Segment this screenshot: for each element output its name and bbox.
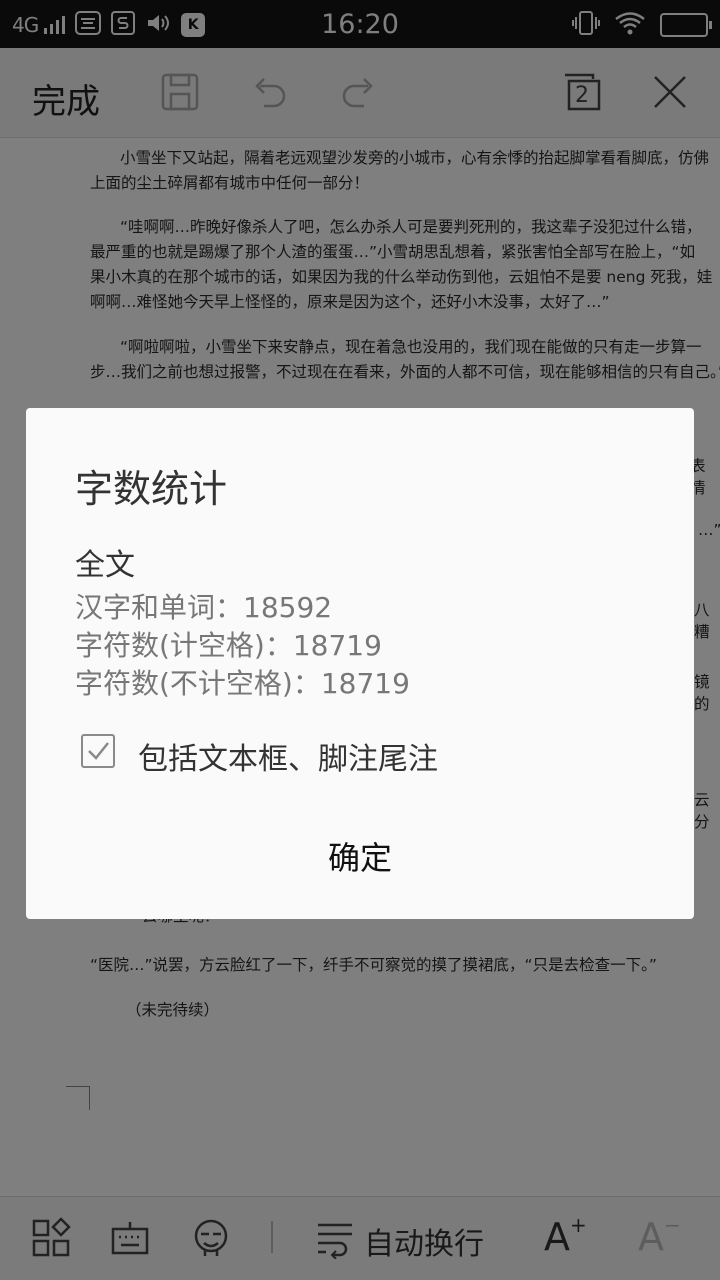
stat-words: 汉字和单词：18592 [75,586,332,626]
stat-value: 18719 [292,629,382,662]
ok-button[interactable]: 确定 [26,818,694,898]
stat-chars-with-spaces: 字符数(计空格)：18719 [75,624,382,664]
stat-value: 18719 [320,667,410,700]
stat-label: 字符数(计空格)： [75,629,293,662]
stat-chars-no-spaces: 字符数(不计空格)：18719 [75,662,410,702]
section-heading: 全文 [75,548,135,583]
stat-label: 字符数(不计空格)： [75,667,321,700]
dialog-title: 字数统计 [75,467,228,511]
stat-label: 汉字和单词： [75,591,244,624]
word-count-dialog: 字数统计 全文 汉字和单词：18592 字符数(计空格)：18719 字符数(不… [26,408,694,919]
checkbox-label[interactable]: 包括文本框、脚注尾注 [138,734,438,778]
stat-value: 18592 [243,591,333,624]
include-textbox-checkbox[interactable] [81,734,115,768]
checkmark-icon [88,742,109,760]
